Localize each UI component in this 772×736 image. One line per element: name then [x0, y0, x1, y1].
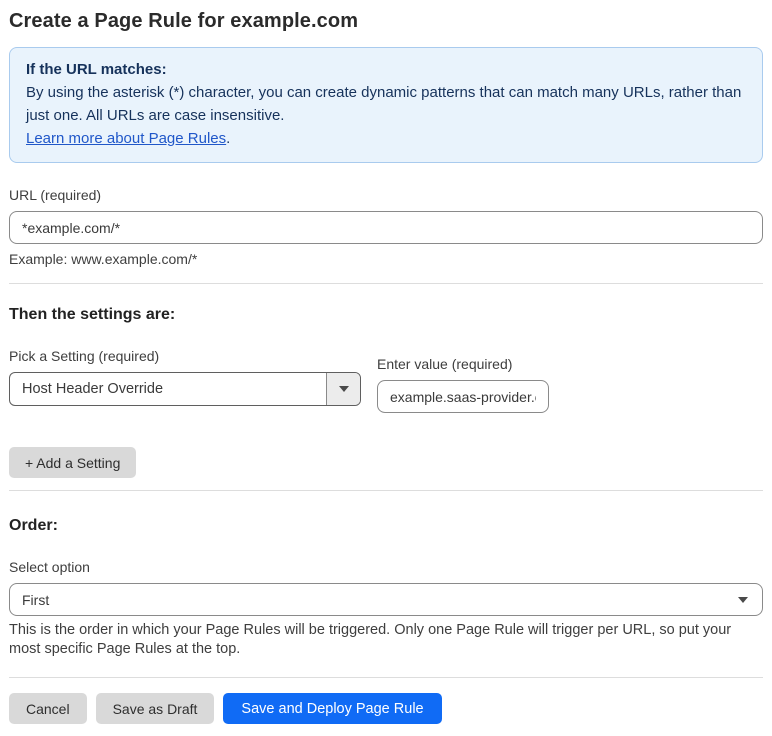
order-select-label: Select option [9, 559, 90, 575]
settings-section-heading: Then the settings are: [9, 306, 176, 323]
setting-value-input[interactable] [377, 380, 549, 413]
url-input[interactable] [9, 211, 763, 244]
save-as-draft-button[interactable]: Save as Draft [95, 693, 215, 724]
info-callout-link-line: Learn more about Page Rules. [26, 127, 746, 150]
learn-more-link[interactable]: Learn more about Page Rules [26, 130, 226, 147]
pick-setting-column: Pick a Setting (required) Host Header Ov… [9, 348, 361, 406]
url-example-helper: Example: www.example.com/* [9, 251, 198, 267]
cancel-button[interactable]: Cancel [9, 693, 87, 724]
url-match-info-callout: If the URL matches: By using the asteris… [9, 47, 763, 163]
divider [9, 677, 763, 678]
order-helper-text: This is the order in which your Page Rul… [9, 622, 732, 657]
link-period: . [226, 130, 231, 147]
order-selected-value: First [22, 591, 50, 608]
url-field-label: URL (required) [9, 187, 102, 203]
select-arrow-button[interactable] [326, 373, 360, 405]
order-section-heading: Order: [9, 517, 58, 534]
divider [9, 283, 763, 284]
divider [9, 490, 763, 491]
enter-value-label: Enter value (required) [377, 356, 513, 372]
pick-setting-selected-value: Host Header Override [22, 381, 164, 397]
setting-row: Pick a Setting (required) Host Header Ov… [9, 348, 763, 413]
info-callout-heading: If the URL matches: [26, 61, 167, 78]
order-select[interactable]: First [9, 583, 763, 616]
enter-value-column: Enter value (required) [377, 356, 549, 413]
save-and-deploy-button[interactable]: Save and Deploy Page Rule [223, 693, 442, 724]
dropdown-arrow-icon [338, 386, 349, 392]
create-page-rule-form: Create a Page Rule for example.com If th… [0, 0, 772, 736]
dropdown-arrow-icon [738, 597, 748, 603]
info-callout-body: By using the asterisk (*) character, you… [26, 84, 742, 124]
pick-setting-select[interactable]: Host Header Override [9, 372, 361, 406]
footer-actions: Cancel Save as Draft Save and Deploy Pag… [9, 693, 763, 724]
page-title: Create a Page Rule for example.com [9, 10, 359, 32]
add-setting-button[interactable]: + Add a Setting [9, 447, 137, 478]
pick-setting-label: Pick a Setting (required) [9, 348, 160, 364]
